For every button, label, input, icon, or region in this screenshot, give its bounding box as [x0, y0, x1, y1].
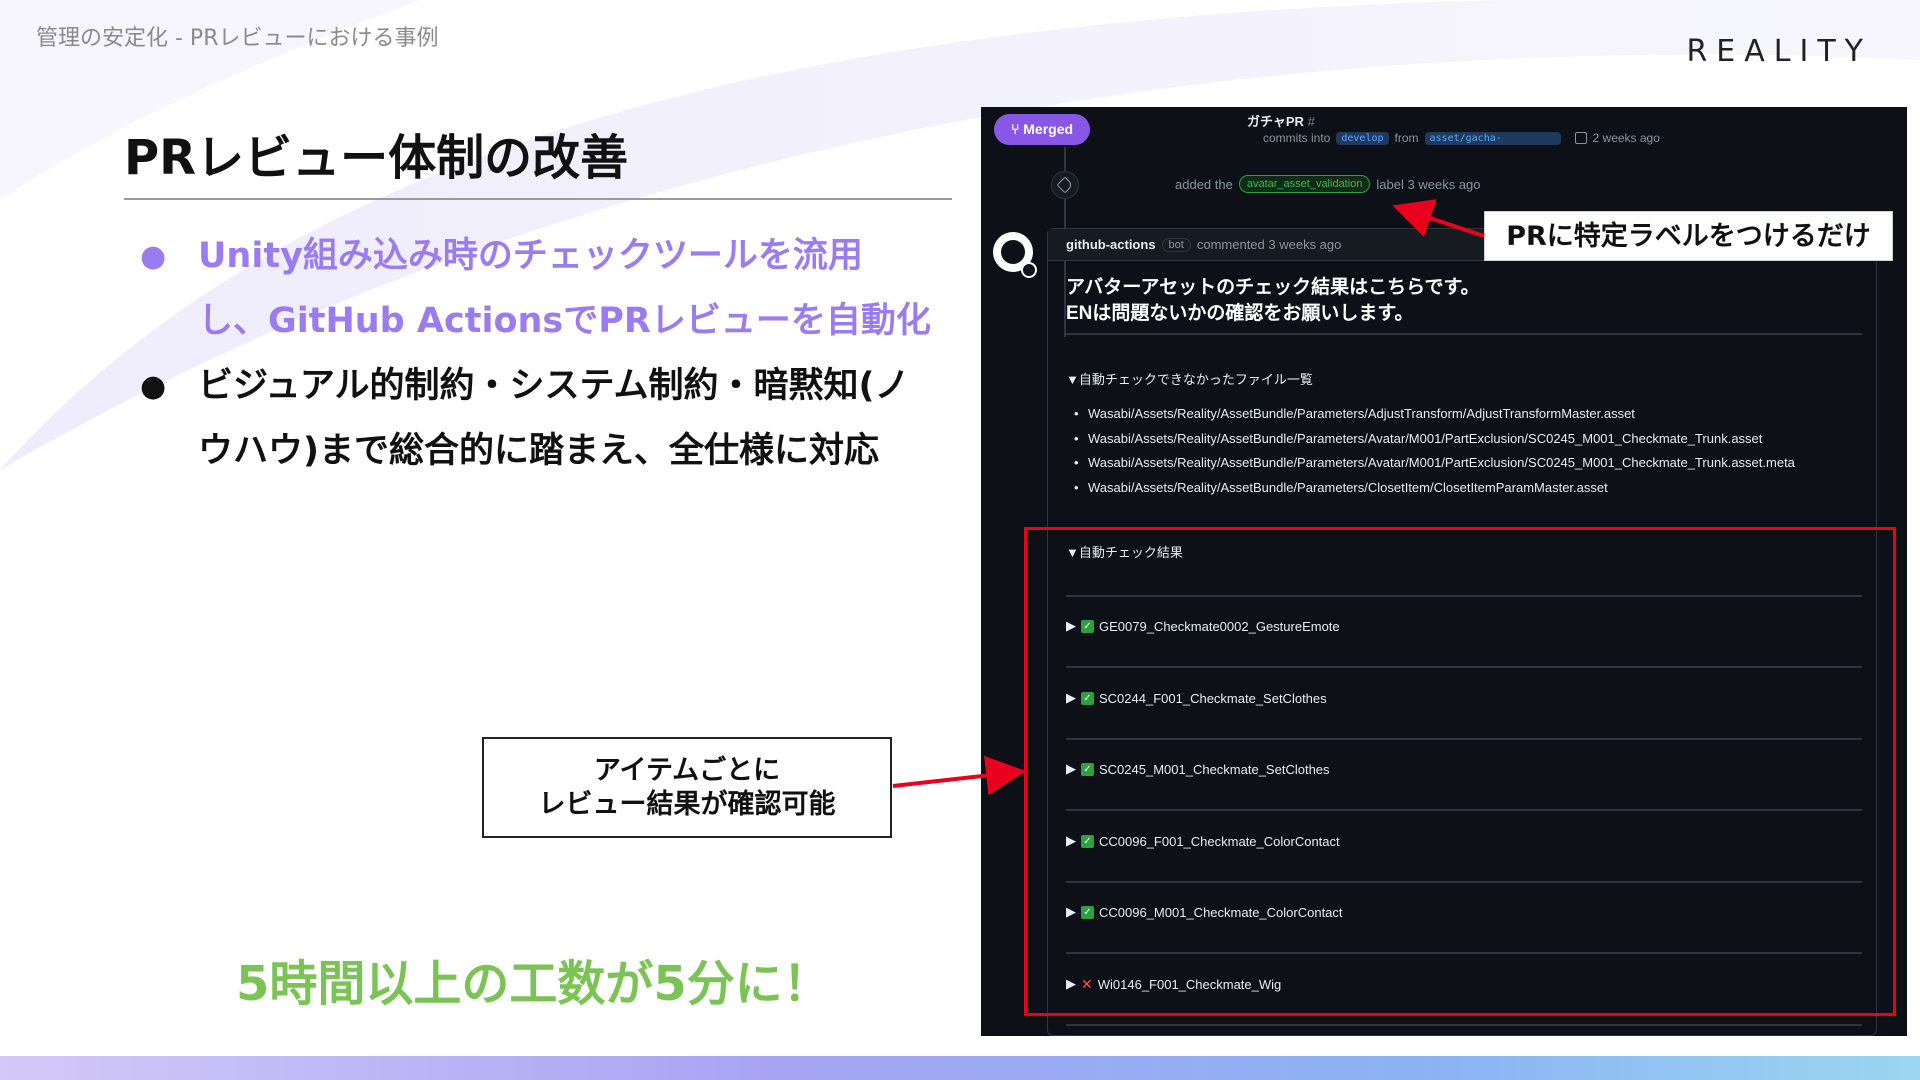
pr-meta-time: 2 weeks ago: [1592, 131, 1660, 145]
heading-divider: [1066, 333, 1862, 335]
pr-title: ガチャPR #: [1247, 111, 1315, 130]
merge-icon: ⑂: [1010, 121, 1024, 137]
bottom-gradient-bar: [0, 1056, 1920, 1080]
tag-icon: [1056, 176, 1074, 194]
result-highlight: 5時間以上の工数が5分に！: [236, 956, 831, 1012]
label-event-suffix: label 3 weeks ago: [1376, 176, 1481, 192]
title-divider: [124, 198, 952, 200]
label-event-prefix: added the: [1175, 176, 1233, 192]
bullet-item-coverage: ● ビジュアル的制約・システム制約・暗黙知(ノ ウハウ)まで総合的に踏まえ、全仕…: [140, 354, 940, 484]
comment-heading-line: アバターアセットのチェック結果はこちらです。: [1066, 277, 1480, 298]
label-callout: PRに特定ラベルをつけるだけ: [1484, 211, 1893, 261]
bullet-list: ● Unity組み込み時のチェックツールを流用 し、GitHub Actions…: [140, 224, 940, 484]
bot-tag: bot: [1161, 237, 1191, 252]
list-item: Wasabi/Assets/Reality/AssetBundle/Parame…: [1088, 427, 1795, 452]
list-item: Wasabi/Assets/Reality/AssetBundle/Parame…: [1088, 402, 1795, 427]
results-highlight-frame: [1024, 527, 1896, 1016]
base-branch[interactable]: develop: [1336, 131, 1389, 145]
pr-number: #: [1307, 114, 1315, 129]
unchecked-file-list: Wasabi/Assets/Reality/AssetBundle/Parame…: [1088, 402, 1795, 500]
comment-heading: アバターアセットのチェック結果はこちらです。 ENは問題ないかの確認をお願いしま…: [1066, 275, 1480, 327]
per-item-review-callout: アイテムごとに レビュー結果が確認可能: [482, 737, 892, 838]
copy-icon[interactable]: [1574, 132, 1587, 144]
pr-label[interactable]: avatar_asset_validation: [1238, 175, 1371, 193]
merged-label: Merged: [1023, 121, 1074, 137]
head-branch[interactable]: asset/gacha-: [1424, 131, 1561, 145]
bullet-marker: ●: [140, 369, 167, 404]
callout-line: アイテムごとに: [593, 755, 781, 786]
bullet-text-line: ビジュアル的制約・システム制約・暗黙知(ノ: [198, 366, 910, 406]
pr-title-text: ガチャPR: [1247, 114, 1304, 129]
bullet-item-automation: ● Unity組み込み時のチェックツールを流用 し、GitHub Actions…: [140, 224, 940, 354]
merged-status-badge: ⑂ Merged: [994, 114, 1090, 145]
pr-meta-from: from: [1394, 131, 1419, 145]
comment-time: commented 3 weeks ago: [1196, 237, 1342, 252]
company-logo: REALITY: [1686, 34, 1872, 69]
comment-author[interactable]: github-actions: [1066, 237, 1156, 252]
label-event-badge: [1051, 171, 1079, 199]
bot-badge-icon: [1021, 262, 1037, 278]
github-mark-icon: [1001, 240, 1025, 264]
result-divider: [1066, 1024, 1862, 1026]
github-actions-avatar[interactable]: [993, 232, 1037, 278]
page-title: PRレビュー体制の改善: [124, 130, 629, 186]
list-item: Wasabi/Assets/Reality/AssetBundle/Parame…: [1088, 451, 1795, 476]
comment-heading-line: ENは問題ないかの確認をお願いします。: [1066, 303, 1414, 324]
bullet-text-line: し、GitHub ActionsでPRレビューを自動化: [198, 301, 931, 341]
pr-meta: commits into develop from asset/gacha- 2…: [1263, 131, 1660, 145]
bullet-text-line: ウハウ)まで総合的に踏まえ、全仕様に対応: [198, 431, 879, 471]
unchecked-files-summary[interactable]: ▼自動チェックできなかったファイル一覧: [1066, 369, 1313, 388]
bullet-text-line: Unity組み込み時のチェックツールを流用: [198, 236, 863, 276]
callout-line: レビュー結果が確認可能: [538, 789, 836, 820]
pr-meta-commits: commits into: [1263, 131, 1331, 145]
label-event: added the avatar_asset_validation label …: [1175, 175, 1481, 193]
section-breadcrumb: 管理の安定化 - PRレビューにおける事例: [36, 26, 439, 51]
list-item: Wasabi/Assets/Reality/AssetBundle/Parame…: [1088, 476, 1795, 501]
bullet-marker: ●: [140, 239, 167, 274]
